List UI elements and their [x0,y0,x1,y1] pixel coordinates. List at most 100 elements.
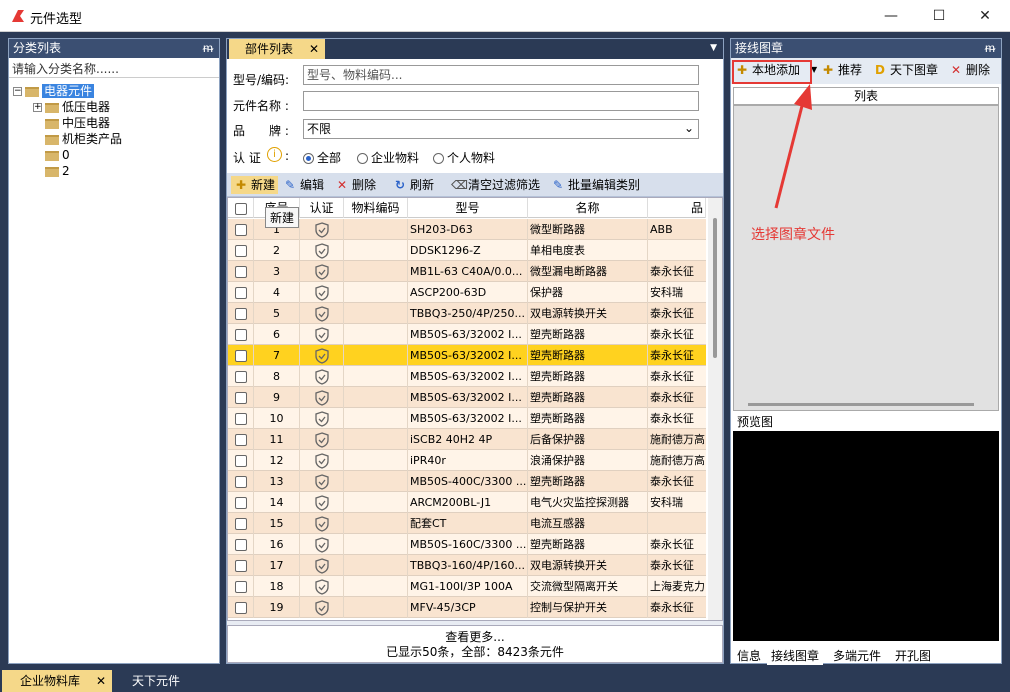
header-model[interactable]: 型号 [408,198,528,218]
table-row[interactable]: 6 MB50S-63/32002 I... 塑壳断路器 泰永长征 [228,324,706,345]
row-checkbox[interactable] [228,429,254,450]
row-checkbox[interactable] [228,261,254,282]
load-more-link[interactable]: 查看更多... [228,630,722,645]
radio-enterprise[interactable]: 企业物料 [357,149,419,166]
close-button[interactable]: ✕ [970,4,1000,28]
table-row[interactable]: 13 MB50S-400C/3300 ... 塑壳断路器 泰永长征 [228,471,706,492]
header-select-all[interactable] [228,198,254,218]
tree-node-root[interactable]: − 电器元件 [13,83,122,99]
row-checkbox[interactable] [228,366,254,387]
table-row[interactable]: 9 MB50S-63/32002 I... 塑壳断路器 泰永长征 [228,387,706,408]
tree-node-low-voltage[interactable]: + 低压电器 [13,99,122,115]
header-code[interactable]: 物料编码 [344,198,408,218]
scrollbar-thumb[interactable] [713,218,717,358]
expand-icon[interactable]: + [33,103,42,112]
table-row[interactable]: 5 TBBQ3-250/4P/250... 双电源转换开关 泰永长征 [228,303,706,324]
row-checkbox[interactable] [228,492,254,513]
clear-filter-button[interactable]: ⌫清空过滤筛选 [451,176,540,194]
row-checkbox[interactable] [228,282,254,303]
table-row[interactable]: 12 iPR40r 浪涌保护器 施耐德万高 [228,450,706,471]
brand-select[interactable]: 不限 ⌄ [303,119,699,139]
table-row[interactable]: 8 MB50S-63/32002 I... 塑壳断路器 泰永长征 [228,366,706,387]
world-stamp-label: 天下图章 [890,63,939,77]
radio-personal[interactable]: 个人物料 [433,149,495,166]
pin-icon[interactable]: ᵯ [985,39,995,58]
table-row[interactable]: 14 ARCM200BL-J1 电气火灾监控探测器 安科瑞 [228,492,706,513]
cell-model: MB50S-63/32002 I... [408,345,528,366]
row-checkbox[interactable] [228,513,254,534]
tree-node-2[interactable]: 2 [13,163,122,179]
batch-edit-button[interactable]: ✎ 批量编辑类别 [551,176,640,194]
row-checkbox[interactable] [228,555,254,576]
horizontal-scrollbar[interactable] [748,403,974,406]
row-checkbox[interactable] [228,471,254,492]
row-checkbox[interactable] [228,408,254,429]
tab-enterprise-lib[interactable]: 企业物料库 ✕ [2,670,112,692]
close-icon[interactable]: ✕ [96,670,106,692]
tab-hole[interactable]: 开孔图 [891,647,935,665]
collapse-icon[interactable]: − [13,87,22,96]
stamp-delete-button[interactable]: ✕ 删除 [949,61,990,79]
row-checkbox[interactable] [228,240,254,261]
refresh-button[interactable]: ↻ 刷新 [393,176,434,194]
edit-button[interactable]: ✎ 编辑 [283,176,324,194]
tab-world-parts[interactable]: 天下元件 [114,670,194,692]
cell-name: 浪涌保护器 [528,450,648,471]
vertical-scrollbar[interactable] [708,198,722,620]
world-stamp-button[interactable]: D 天下图章 [873,61,938,79]
tab-info[interactable]: 信息 [733,647,765,665]
table-row[interactable]: 3 MB1L-63 C40A/0.0... 微型漏电断路器 泰永长征 [228,261,706,282]
shield-icon [314,411,329,427]
tree-node-mid-voltage[interactable]: 中压电器 [13,115,122,131]
header-brand[interactable]: 品 [648,198,706,218]
row-checkbox[interactable] [228,345,254,366]
delete-button[interactable]: ✕ 删除 [335,176,376,194]
tree-node-cabinet[interactable]: 机柜类产品 [13,131,122,147]
maximize-button[interactable]: ☐ [924,4,954,28]
row-checkbox[interactable] [228,450,254,471]
row-checkbox[interactable] [228,597,254,618]
table-row[interactable]: 19 MFV-45/3CP 控制与保护开关 泰永长征 [228,597,706,618]
header-name[interactable]: 名称 [528,198,648,218]
row-checkbox[interactable] [228,303,254,324]
folder-icon [45,118,59,129]
row-checkbox[interactable] [228,576,254,597]
tree-node-0[interactable]: 0 [13,147,122,163]
shield-icon [314,516,329,532]
table-row[interactable]: 16 MB50S-160C/3300 ... 塑壳断路器 泰永长征 [228,534,706,555]
radio-all[interactable]: 全部 [303,149,341,166]
cell-code [344,345,408,366]
name-input[interactable] [303,91,699,111]
tab-multi-terminal[interactable]: 多端元件 [829,647,885,665]
table-row[interactable]: 7 MB50S-63/32002 I... 塑壳断路器 泰永长征 [228,345,706,366]
category-panel-header: 分类列表 ᵯ [9,39,219,58]
table-row[interactable]: 10 MB50S-63/32002 I... 塑壳断路器 泰永长征 [228,408,706,429]
tab-stamp[interactable]: 接线图章 [767,647,824,665]
category-search-input[interactable]: 请输入分类名称...... [9,58,219,78]
table-row[interactable]: 18 MG1-100I/3P 100A 交流微型隔离开关 上海麦克力 [228,576,706,597]
header-cert[interactable]: 认证 [300,198,344,218]
cell-model: MB50S-160C/3300 ... [408,534,528,555]
pin-icon[interactable]: ᵯ [203,39,213,58]
info-icon[interactable]: i [267,147,282,162]
table-row[interactable]: 11 iSCB2 40H2 4P 后备保护器 施耐德万高 [228,429,706,450]
row-checkbox[interactable] [228,387,254,408]
model-input[interactable]: 型号、物料编码... [303,65,699,85]
cell-model: MB1L-63 C40A/0.0... [408,261,528,282]
row-checkbox[interactable] [228,324,254,345]
chevron-down-icon[interactable]: ▼ [710,43,717,53]
close-icon[interactable]: ✕ [309,39,319,59]
table-row[interactable]: 15 配套CT 电流互感器 [228,513,706,534]
table-row[interactable]: 2 DDSK1296-Z 单相电度表 [228,240,706,261]
cell-brand: 安科瑞 [650,286,683,299]
table-row[interactable]: 17 TBBQ3-160/4P/160... 双电源转换开关 泰永长征 [228,555,706,576]
new-button[interactable]: ✚ 新建 [231,176,279,194]
minimize-button[interactable]: — [876,4,906,28]
table-row[interactable]: 4 ASCP200-63D 保护器 安科瑞 [228,282,706,303]
load-more[interactable]: 查看更多... 已显示50条，全部：8423条元件 [227,625,723,663]
table-row[interactable]: 1 SH203-D63 微型断路器 ABB [228,219,706,240]
row-checkbox[interactable] [228,534,254,555]
tab-parts-list[interactable]: 部件列表 ✕ [229,39,325,59]
cell-code [344,261,408,282]
row-checkbox[interactable] [228,219,254,240]
